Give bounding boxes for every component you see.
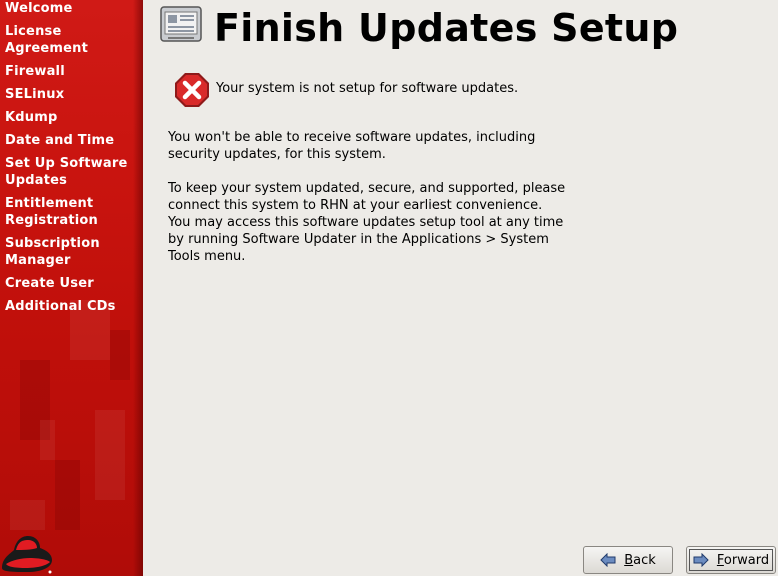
sidebar-item-selinux: SELinux xyxy=(5,87,65,102)
sidebar-item-additional-cds: Additional CDs xyxy=(5,299,116,314)
forward-label: Forward xyxy=(716,552,770,568)
forward-arrow-icon xyxy=(693,553,709,567)
redhat-logo xyxy=(2,536,52,574)
back-label: Back xyxy=(624,552,656,568)
sidebar-item-kdump: Kdump xyxy=(5,110,58,125)
back-button[interactable]: Back xyxy=(583,546,673,574)
sidebar-nav: Welcome License Agreement Firewall SELin… xyxy=(0,0,143,321)
page-title: Finish Updates Setup xyxy=(214,6,679,50)
forward-button[interactable]: Forward xyxy=(686,546,776,574)
error-icon xyxy=(175,73,209,107)
sidebar: Welcome License Agreement Firewall SELin… xyxy=(0,0,143,576)
sidebar-item-firewall: Firewall xyxy=(5,64,65,79)
info-paragraph-1: You won't be able to receive software up… xyxy=(168,130,536,162)
sidebar-item-welcome: Welcome xyxy=(5,1,73,16)
sidebar-item-license: License Agreement xyxy=(5,24,89,56)
sidebar-item-create-user: Create User xyxy=(5,276,94,291)
error-message: Your system is not setup for software up… xyxy=(216,81,519,96)
info-paragraph-2: To keep your system updated, secure, and… xyxy=(168,181,566,264)
sidebar-item-software-updates: Set Up Software Updates xyxy=(5,156,128,188)
sidebar-item-subscription: Subscription Manager xyxy=(5,236,100,268)
header-window-icon xyxy=(160,6,202,42)
sidebar-item-entitlement: Entitlement Registration xyxy=(5,196,98,228)
back-arrow-icon xyxy=(600,553,616,567)
sidebar-item-date-time: Date and Time xyxy=(5,133,115,148)
